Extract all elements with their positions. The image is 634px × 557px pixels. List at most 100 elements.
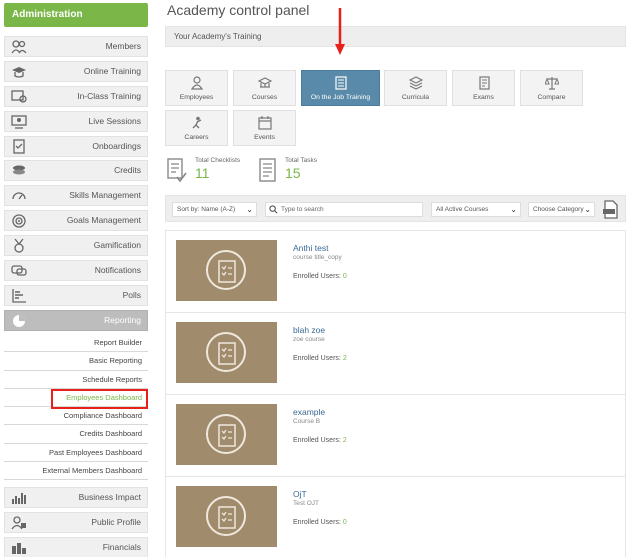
submenu-credits-dashboard[interactable]: Credits Dashboard	[4, 425, 148, 444]
sidebar-item-label: Public Profile	[91, 516, 141, 527]
sidebar-item-live-sessions[interactable]: Live Sessions	[4, 110, 148, 132]
exams-icon	[478, 76, 490, 90]
course-thumbnail[interactable]	[176, 240, 277, 301]
tile-employees[interactable]: Employees	[165, 70, 228, 106]
course-thumbnail[interactable]	[176, 404, 277, 465]
red-arrow-annotation	[335, 8, 345, 55]
sidebar-item-in-class-training[interactable]: In-Class Training	[4, 85, 148, 107]
stat-label: Total Checklists	[195, 157, 241, 164]
sidebar-item-online-training[interactable]: Online Training	[4, 60, 148, 82]
sidebar-item-credits[interactable]: Credits	[4, 160, 148, 182]
sidebar-item-financials[interactable]: Financials	[4, 536, 148, 557]
courses-filter-select[interactable]: All Active Courses ⌄	[431, 202, 521, 217]
enrolled-label: Enrolled Users:	[293, 437, 341, 444]
sidebar-item-label: Gamification	[93, 240, 141, 251]
courses-icon	[257, 77, 272, 88]
list-item[interactable]: example Course B Enrolled Users: 2	[166, 395, 625, 477]
sidebar-item-members[interactable]: Members	[4, 36, 148, 57]
tile-label: Exams	[473, 94, 494, 101]
course-code: course title_copy	[293, 254, 342, 261]
chat-icon	[11, 265, 27, 276]
tile-label: Courses	[251, 94, 278, 101]
sidebar-item-label: Skills Management	[69, 190, 141, 201]
category-select[interactable]: Choose Category ⌄	[528, 202, 595, 217]
submenu-basic-reporting[interactable]: Basic Reporting	[4, 352, 148, 371]
tile-curricula[interactable]: Curricula	[384, 70, 447, 106]
chevron-down-icon: ⌄	[246, 205, 253, 214]
course-title[interactable]: Anthi test	[293, 243, 328, 253]
sidebar-item-gamification[interactable]: Gamification	[4, 235, 148, 257]
export-pdf-icon[interactable]	[602, 200, 620, 219]
checklist-icon	[206, 414, 246, 454]
course-code: Course B	[293, 418, 321, 425]
bar-chart-icon	[12, 493, 26, 504]
sort-select[interactable]: Sort by: Name (A-Z) ⌄	[172, 202, 257, 217]
tile-label: Curricula	[401, 94, 430, 101]
tile-exams[interactable]: Exams	[452, 70, 515, 106]
courses-filter-value: All Active Courses	[436, 206, 489, 213]
sort-select-value: Sort by: Name (A-Z)	[177, 206, 236, 213]
sidebar-item-skills-management[interactable]: Skills Management	[4, 185, 148, 207]
tile-compare[interactable]: Compare	[520, 70, 583, 106]
enrolled-count: 0	[342, 519, 347, 526]
sidebar-item-goals-management[interactable]: Goals Management	[4, 210, 148, 232]
stat-value: 15	[285, 165, 301, 181]
curricula-icon	[408, 76, 423, 90]
chevron-down-icon: ⌄	[584, 205, 591, 214]
course-thumbnail[interactable]	[176, 322, 277, 383]
submenu-external-members-dashboard[interactable]: External Members Dashboard	[4, 462, 148, 481]
sidebar-item-polls[interactable]: Polls	[4, 284, 148, 306]
course-thumbnail[interactable]	[176, 486, 277, 547]
graduation-cap-icon	[12, 66, 26, 78]
coins-icon	[13, 165, 25, 175]
search-input[interactable]: Type to search	[265, 202, 423, 217]
sidebar-item-label: Financials	[102, 541, 141, 552]
sidebar-item-label: Live Sessions	[88, 115, 141, 126]
enrolled-count: 0	[342, 273, 347, 280]
sidebar-item-label: Members	[105, 41, 141, 51]
tile-courses[interactable]: Courses	[233, 70, 296, 106]
sidebar-item-reporting[interactable]: Reporting	[4, 309, 148, 331]
members-icon	[11, 40, 27, 54]
tile-label: On the Job Training	[310, 94, 371, 101]
course-title[interactable]: example	[293, 407, 325, 417]
administration-button[interactable]: Administration	[4, 3, 148, 27]
sidebar-item-business-impact[interactable]: Business Impact	[4, 487, 148, 508]
tasks-stat-icon	[259, 158, 276, 182]
enrolled-label: Enrolled Users:	[293, 355, 341, 362]
search-icon	[269, 205, 278, 214]
sidebar-item-onboardings[interactable]: Onboardings	[4, 135, 148, 157]
submenu-schedule-reports[interactable]: Schedule Reports	[4, 371, 148, 389]
sidebar-item-label: Polls	[122, 289, 141, 300]
sidebar-item-label: Goals Management	[66, 215, 141, 226]
list-item[interactable]: OjT Test OJT Enrolled Users: 0	[166, 477, 625, 557]
course-title[interactable]: OjT	[293, 489, 307, 499]
sidebar-item-notifications[interactable]: Notifications	[4, 260, 148, 282]
enrolled-users: Enrolled Users: 2	[293, 355, 347, 362]
sidebar-item-label: Business Impact	[78, 492, 141, 502]
sidebar-item-public-profile[interactable]: Public Profile	[4, 511, 148, 533]
search-placeholder: Type to search	[281, 206, 324, 213]
tile-label: Events	[254, 134, 275, 141]
tile-careers[interactable]: Careers	[165, 110, 228, 146]
list-item[interactable]: blah zoe zoe course Enrolled Users: 2	[166, 313, 625, 395]
submenu-past-employees-dashboard[interactable]: Past Employees Dashboard	[4, 444, 148, 463]
course-title[interactable]: blah zoe	[293, 325, 325, 335]
stat-label: Total Tasks	[285, 157, 318, 164]
tile-on-the-job-training[interactable]: On the Job Training	[301, 70, 380, 106]
tile-events[interactable]: Events	[233, 110, 296, 146]
course-code: zoe course	[293, 336, 325, 343]
submenu-compliance-dashboard[interactable]: Compliance Dashboard	[4, 407, 148, 426]
stat-total-checklists: Total Checklists 11	[195, 157, 240, 181]
gauge-icon	[12, 192, 26, 200]
sidebar-menu: Members Online Training In-Class Trainin…	[4, 36, 148, 335]
submenu-report-builder[interactable]: Report Builder	[4, 334, 148, 353]
stat-total-tasks: Total Tasks 15	[285, 157, 317, 181]
sidebar-item-label: Notifications	[94, 265, 141, 276]
sidebar-item-label: Onboardings	[92, 140, 141, 151]
stat-value: 11	[195, 165, 210, 181]
list-item[interactable]: Anthi test course title_copy Enrolled Us…	[166, 231, 625, 313]
tile-label: Compare	[537, 94, 566, 101]
live-session-icon	[11, 115, 27, 129]
tile-label: Careers	[184, 134, 209, 141]
